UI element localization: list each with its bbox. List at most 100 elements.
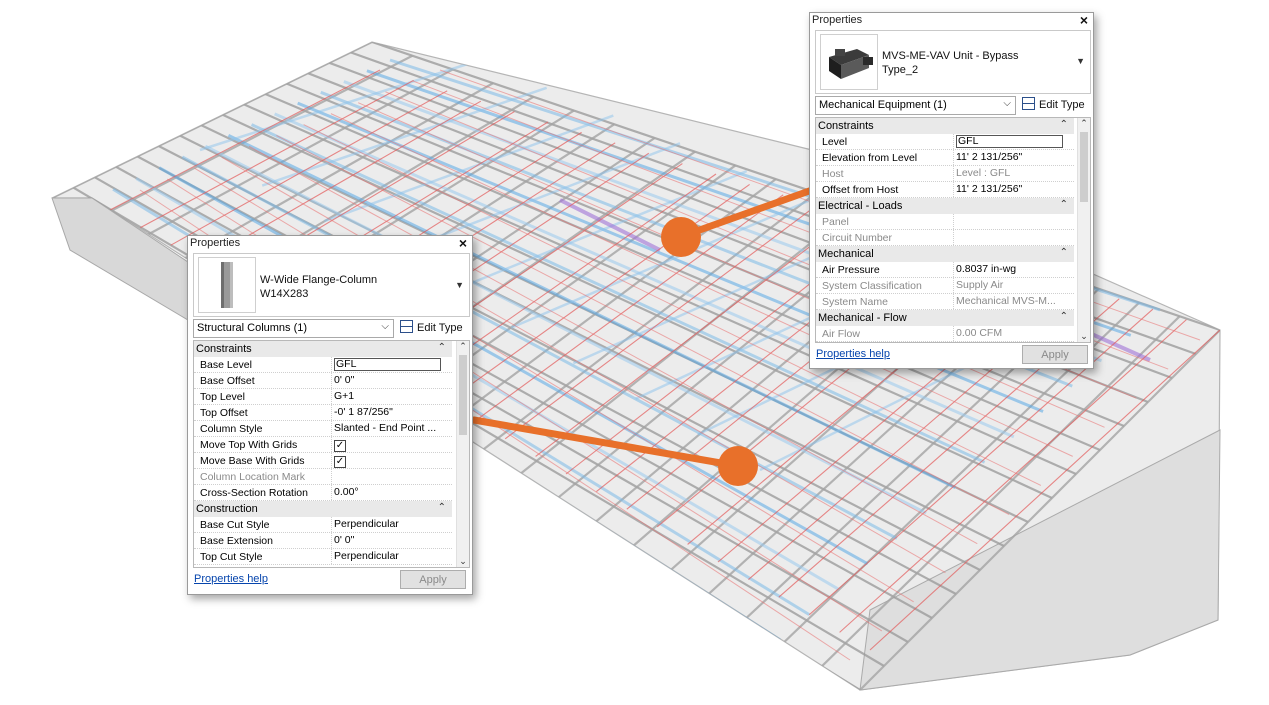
property-row[interactable]: Base Cut Style Perpendicular <box>194 517 452 533</box>
property-value[interactable]: GFL <box>956 135 1063 148</box>
scroll-up-icon[interactable]: ⌃ <box>457 341 469 352</box>
type-selector[interactable]: W-Wide Flange-Column W14X283 ▼ <box>193 253 470 317</box>
property-row[interactable]: Offset from Host 11' 2 131/256" <box>816 182 1074 198</box>
property-value[interactable]: Perpendicular <box>334 518 448 530</box>
type-dropdown-icon[interactable]: ▼ <box>455 280 464 290</box>
property-row[interactable]: Base Level GFL <box>194 357 452 373</box>
property-value: 0.00 CFM <box>956 327 1003 339</box>
property-value[interactable]: Slanted - End Point ... <box>334 422 448 434</box>
scrollbar-thumb[interactable] <box>459 355 467 435</box>
property-value[interactable]: Perpendicular <box>334 550 448 562</box>
column-thumbnail-icon <box>198 257 256 313</box>
group-label: Constraints <box>196 343 252 355</box>
checkbox[interactable]: ✓ <box>334 456 346 468</box>
group-label: Electrical - Loads <box>818 200 903 212</box>
property-row[interactable]: Panel <box>816 214 1074 230</box>
property-value[interactable]: 0' 0" <box>334 374 448 386</box>
property-row[interactable]: Base Extension 0' 0" <box>194 533 452 549</box>
type-dropdown-icon[interactable]: ▼ <box>1076 56 1085 66</box>
property-row[interactable]: Move Top With Grids ✓ <box>194 437 452 453</box>
property-name: Base Level <box>200 359 252 371</box>
property-value: Mechanical MVS-M... <box>956 295 1056 307</box>
property-row[interactable]: Circuit Number <box>816 230 1074 246</box>
close-icon[interactable]: × <box>459 235 467 251</box>
category-label: Structural Columns (1) <box>197 322 308 334</box>
scroll-up-icon[interactable]: ⌃ <box>1078 118 1090 129</box>
property-row[interactable]: Move Base With Grids ✓ <box>194 453 452 469</box>
scrollbar-thumb[interactable] <box>1080 132 1088 202</box>
property-row[interactable]: Column Location Mark <box>194 469 452 485</box>
property-name: Level <box>822 136 848 148</box>
properties-grid: Constraints ⌃ Base Level GFL Base Offset 0' 0… <box>193 340 470 568</box>
properties-scrollbar[interactable]: ⌃ ⌄ <box>1077 118 1090 342</box>
property-value[interactable]: -0' 1 87/256" <box>334 406 448 418</box>
property-row[interactable]: Top Level G+1 <box>194 389 452 405</box>
properties-help-link[interactable]: Properties help <box>194 573 268 585</box>
edit-type-button[interactable]: Edit Type <box>1022 97 1085 111</box>
property-row[interactable]: Air Pressure 0.8037 in-wg <box>816 262 1074 278</box>
collapse-icon[interactable]: ⌃ <box>1060 119 1068 130</box>
group-header[interactable]: Construction ⌃ <box>194 501 452 517</box>
property-value: Level : GFL <box>956 167 1011 179</box>
callout-dot-mech <box>661 217 701 257</box>
property-value[interactable]: 0.8037 in-wg <box>956 263 1070 275</box>
property-row[interactable]: Top Cut Style Perpendicular <box>194 549 452 565</box>
apply-button[interactable]: Apply <box>400 570 466 589</box>
collapse-icon[interactable]: ⌃ <box>438 342 446 353</box>
close-icon[interactable]: × <box>1080 12 1088 28</box>
apply-button[interactable]: Apply <box>1022 345 1088 364</box>
property-value[interactable]: G+1 <box>334 390 448 402</box>
property-row[interactable]: Air Flow 0.00 CFM <box>816 326 1074 342</box>
property-value[interactable]: GFL <box>334 358 441 371</box>
edit-type-button[interactable]: Edit Type <box>400 320 463 334</box>
category-filter-select[interactable]: Structural Columns (1) ⌵ <box>193 319 394 338</box>
scroll-down-icon[interactable]: ⌄ <box>1078 331 1090 342</box>
group-header[interactable]: Constraints ⌃ <box>816 118 1074 134</box>
property-value[interactable]: 11' 2 131/256" <box>956 151 1070 163</box>
checkbox[interactable]: ✓ <box>334 440 346 452</box>
property-value[interactable]: 0' 0" <box>334 534 448 546</box>
property-name: Move Base With Grids <box>200 455 305 467</box>
property-name: System Classification <box>822 280 922 292</box>
edit-type-icon <box>400 320 413 333</box>
property-value[interactable]: ✓ <box>334 454 448 468</box>
group-header[interactable]: Mechanical - Flow ⌃ <box>816 310 1074 326</box>
group-label: Constraints <box>818 120 874 132</box>
property-row[interactable]: Base Offset 0' 0" <box>194 373 452 389</box>
property-row[interactable]: Elevation from Level 11' 2 131/256" <box>816 150 1074 166</box>
property-value: Supply Air <box>956 279 1004 291</box>
property-row[interactable]: Column Style Slanted - End Point ... <box>194 421 452 437</box>
property-row[interactable]: System Classification Supply Air <box>816 278 1074 294</box>
property-name: Cross-Section Rotation <box>200 487 308 499</box>
property-value[interactable]: ✓ <box>334 438 448 452</box>
property-name: Base Cut Style <box>200 519 270 531</box>
scroll-down-icon[interactable]: ⌄ <box>457 556 469 567</box>
group-header[interactable]: Mechanical ⌃ <box>816 246 1074 262</box>
property-value[interactable]: 11' 2 131/256" <box>956 183 1070 195</box>
edit-type-label: Edit Type <box>1039 99 1085 111</box>
collapse-icon[interactable]: ⌃ <box>438 502 446 513</box>
property-row[interactable]: Level GFL <box>816 134 1074 150</box>
type-name-line1: W-Wide Flange-Column <box>260 274 378 286</box>
property-row[interactable]: System Name Mechanical MVS-M... <box>816 294 1074 310</box>
type-selector[interactable]: MVS-ME-VAV Unit - Bypass Type_2 ▼ <box>815 30 1091 94</box>
chevron-down-icon: ⌵ <box>1003 98 1011 109</box>
collapse-icon[interactable]: ⌃ <box>1060 247 1068 258</box>
property-row[interactable]: Cross-Section Rotation 0.00° <box>194 485 452 501</box>
chevron-down-icon: ⌵ <box>381 321 389 332</box>
property-name: Circuit Number <box>822 232 893 244</box>
group-header[interactable]: Constraints ⌃ <box>194 341 452 357</box>
collapse-icon[interactable]: ⌃ <box>1060 199 1068 210</box>
vav-unit-thumbnail-icon <box>820 34 878 90</box>
property-name: Elevation from Level <box>822 152 918 164</box>
property-value[interactable]: 0.00° <box>334 486 448 498</box>
property-row[interactable]: Host Level : GFL <box>816 166 1074 182</box>
collapse-icon[interactable]: ⌃ <box>1060 311 1068 322</box>
category-filter-select[interactable]: Mechanical Equipment (1) ⌵ <box>815 96 1016 115</box>
property-name: Top Cut Style <box>200 551 263 563</box>
properties-help-link[interactable]: Properties help <box>816 348 890 360</box>
properties-scrollbar[interactable]: ⌃ ⌄ <box>456 341 469 567</box>
property-name: Base Extension <box>200 535 273 547</box>
property-row[interactable]: Top Offset -0' 1 87/256" <box>194 405 452 421</box>
group-header[interactable]: Electrical - Loads ⌃ <box>816 198 1074 214</box>
